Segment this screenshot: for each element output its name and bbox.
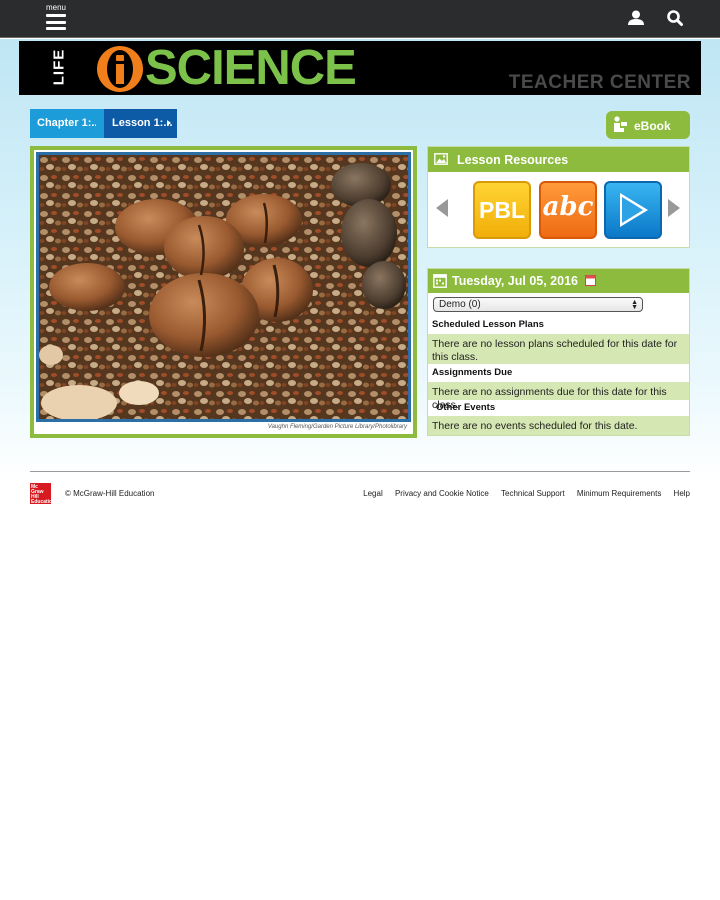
program-banner: LIFE SCIENCE TEACHER CENTER <box>19 41 701 95</box>
assignments-due-label: Assignments Due <box>432 367 513 378</box>
ebook-button[interactable]: eBook <box>606 111 690 139</box>
lesson-resources-panel: Lesson Resources PBL abc <box>427 146 690 248</box>
assignments-message: There are no assignments due for this da… <box>428 382 689 411</box>
calendar-panel: Tuesday, Jul 05, 2016 Demo (0) ▲ ▼ Schedu… <box>427 268 690 436</box>
footer-link-technical-support[interactable]: Technical Support <box>501 489 565 498</box>
calendar-icon <box>433 273 447 288</box>
top-nav-bar: menu <box>0 0 720 38</box>
events-message: There are no events scheduled for this d… <box>428 416 689 435</box>
search-icon[interactable] <box>666 9 684 27</box>
resource-tile-pbl-label: PBL <box>479 197 525 223</box>
feature-photo-frame <box>36 152 411 422</box>
footer-link-minimum-requirements[interactable]: Minimum Requirements <box>577 489 661 498</box>
breadcrumb-lesson-label: Lesson 1:... <box>112 117 173 129</box>
carousel-prev-arrow-icon[interactable] <box>436 199 448 217</box>
feature-photo-panel: Vaughn Fleming/Garden Picture Library/Ph… <box>30 146 417 438</box>
scheduled-lesson-plans-label: Scheduled Lesson Plans <box>432 319 544 330</box>
breadcrumb-lesson[interactable]: Lesson 1:... <box>104 109 177 138</box>
caret-right-icon <box>167 120 171 126</box>
footer-link-help[interactable]: Help <box>674 489 690 498</box>
footer-links: Legal Privacy and Cookie Notice Technica… <box>353 489 690 498</box>
user-icon[interactable] <box>627 9 645 27</box>
resource-tile-video[interactable] <box>604 181 662 239</box>
image-icon <box>434 153 448 165</box>
lesson-plans-message: There are no lesson plans scheduled for … <box>428 334 689 364</box>
feature-photo-image <box>39 155 408 419</box>
select-arrows-icon: ▲ ▼ <box>631 299 638 311</box>
calendar-header: Tuesday, Jul 05, 2016 <box>428 269 689 293</box>
copyright-text: © McGraw-Hill Education <box>65 489 155 498</box>
carousel-next-arrow-icon[interactable] <box>668 199 680 217</box>
class-select-value: Demo (0) <box>439 299 481 310</box>
photo-credit: Vaughn Fleming/Garden Picture Library/Ph… <box>267 424 407 430</box>
menu-button[interactable]: menu <box>44 3 68 35</box>
date-picker-icon[interactable] <box>585 275 596 286</box>
other-events-label: Other Events <box>436 402 496 413</box>
i-logo-icon <box>97 46 143 92</box>
resource-tile-abc-label: abc <box>542 192 594 222</box>
resource-tile-abc[interactable]: abc <box>539 181 597 239</box>
hamburger-icon <box>46 14 66 30</box>
class-select-dropdown[interactable]: Demo (0) ▲ ▼ <box>433 297 643 312</box>
breadcrumb-chapter[interactable]: Chapter 1:... <box>30 109 104 138</box>
banner-subtitle: TEACHER CENTER <box>508 72 691 93</box>
menu-label: menu <box>45 3 66 12</box>
ebook-label: eBook <box>634 119 671 133</box>
lesson-resources-header: Lesson Resources <box>428 147 689 172</box>
breadcrumb-separator-arrow <box>96 109 104 137</box>
banner-science-text: SCIENCE <box>145 41 357 95</box>
lesson-resources-title: Lesson Resources <box>457 153 569 167</box>
calendar-date: Tuesday, Jul 05, 2016 <box>452 274 578 288</box>
resource-tile-pbl[interactable]: PBL <box>473 181 531 239</box>
reader-icon <box>612 116 628 134</box>
mcgraw-hill-logo[interactable]: Mc Graw Hill Education <box>30 483 55 505</box>
footer-link-legal[interactable]: Legal <box>363 489 383 498</box>
footer-divider <box>30 471 690 472</box>
footer-link-privacy[interactable]: Privacy and Cookie Notice <box>395 489 489 498</box>
banner-life-text: LIFE <box>50 48 68 86</box>
